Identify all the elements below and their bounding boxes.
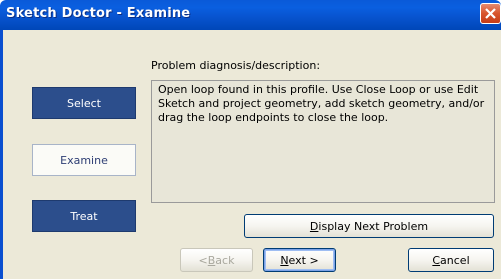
next-label: ext > [288,253,319,267]
back-label: ack [215,253,235,267]
sketch-doctor-window: Sketch Doctor - Examine Select Examine T… [0,0,501,279]
close-icon [485,8,496,19]
nav-select-button[interactable]: Select [32,87,136,119]
cancel-mnemonic: C [432,253,441,267]
cancel-button[interactable]: Cancel [408,248,494,272]
display-next-problem-mnemonic: D [309,219,319,233]
next-button[interactable]: Next > [263,248,336,272]
next-mnemonic: N [280,253,289,267]
nav-examine-label: Examine [60,153,108,167]
diagnosis-text-box[interactable]: Open loop found in this profile. Use Clo… [151,80,495,203]
display-next-problem-label: isplay Next Problem [318,219,429,233]
display-next-problem-button[interactable]: Display Next Problem [244,214,494,238]
nav-examine-button[interactable]: Examine [32,144,136,176]
close-button[interactable] [480,3,501,24]
window-title: Sketch Doctor - Examine [6,6,191,21]
back-button[interactable]: < Back [180,248,253,272]
back-mnemonic: B [207,253,216,267]
nav-select-label: Select [67,96,101,110]
title-bar[interactable]: Sketch Doctor - Examine [0,0,501,30]
nav-treat-button[interactable]: Treat [32,200,136,232]
back-prefix: < [198,253,208,267]
cancel-label: ancel [440,253,470,267]
nav-treat-label: Treat [70,209,98,223]
diagnosis-label: Problem diagnosis/description: [151,59,321,72]
dialog-body: Select Examine Treat Problem diagnosis/d… [0,30,501,279]
